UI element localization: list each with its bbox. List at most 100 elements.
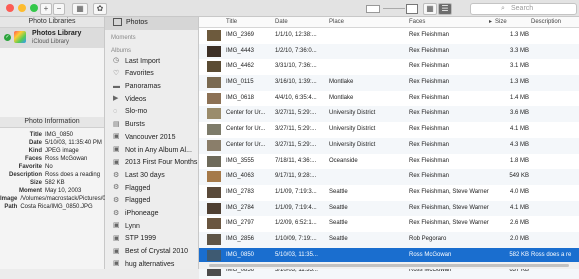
minimize-window-button[interactable]	[18, 4, 26, 12]
sidebar-item-album[interactable]: ▣ hug alternatives	[105, 259, 198, 272]
sidebar-item-label: STP 1999	[125, 235, 157, 243]
cell-faces: Rex Fleishman, Steve Warner	[409, 188, 489, 195]
cell-place: Seattle	[329, 220, 348, 227]
album-icon: ▣	[113, 247, 120, 255]
table-row[interactable]: IMG_3555 7/18/11, 4:36:... Oceanside Rex Fl…	[199, 154, 579, 170]
bursts-icon: ▤	[113, 120, 120, 128]
sidebar-item-album[interactable]: ⚙ Flagged	[105, 183, 198, 196]
album-icon: ▣	[113, 222, 120, 230]
cell-size: 4.1 MB	[509, 126, 529, 133]
table-row[interactable]: IMG_0115 3/16/10, 1:39:... Montlake Rex Fle…	[199, 75, 579, 91]
table-row[interactable]: IMG_0850 5/10/03, 11:35... Ross McGowan 582…	[199, 247, 579, 264]
cell-faces: Rex Fleishman	[409, 47, 450, 54]
cell-place: Seattle	[329, 235, 348, 242]
sidebar-item-album[interactable]: ▬ Panoramas	[105, 81, 198, 94]
sidebar-item-album[interactable]: ⚙ Flagged	[105, 195, 198, 208]
zoom-window-button[interactable]	[30, 4, 38, 12]
column-description[interactable]: Description	[531, 17, 561, 27]
list-view-button[interactable]: ☰	[438, 3, 452, 15]
sidebar-item-album[interactable]: ▣ Vancouver 2015	[105, 132, 198, 145]
sidebar-item-album[interactable]: ⚙ iPhoneage	[105, 208, 198, 221]
cell-title: IMG_2856	[226, 235, 255, 242]
sidebar-item-album[interactable]: ▣ STP 1999	[105, 233, 198, 246]
info-label: Title	[29, 132, 42, 138]
photo-thumbnail	[207, 202, 221, 214]
column-place[interactable]: Place	[329, 17, 344, 27]
smart-album-icon: ⚙	[113, 171, 120, 179]
cell-size: 4.0 MB	[509, 188, 529, 195]
sidebar-item-album[interactable]: ◌ Slo-mo	[105, 106, 198, 119]
horizontal-scrollbar[interactable]	[199, 262, 579, 269]
small-photo-icon	[366, 5, 380, 13]
table-row[interactable]: Center for Ur... 3/27/11, 5:29:... Univers…	[199, 106, 579, 123]
cell-faces: Rex Fleishman	[409, 157, 450, 164]
sidebar-item-album[interactable]: ♡ Favorites	[105, 68, 198, 81]
sidebar-item-album[interactable]: ▤ Bursts	[105, 119, 198, 132]
sidebar-item-album[interactable]: ▣ Best of Crystal 2010	[105, 246, 198, 259]
sidebar-item-album[interactable]: ⚙ Last 30 days	[105, 170, 198, 183]
sidebar-item-album[interactable]: ◷ Last Import	[105, 56, 198, 69]
table-row[interactable]: IMG_4063 9/17/11, 9:28:... Rex Fleishman 54…	[199, 169, 579, 185]
cell-date: 1/1/09, 7:19:4...	[275, 204, 317, 211]
cell-date: 1/2/10, 7:36:0...	[275, 47, 317, 54]
info-row: Title IMG_0850	[0, 131, 104, 139]
clock-icon: ◷	[113, 57, 120, 65]
sidebar-item-album[interactable]: ▶ Videos	[105, 94, 198, 107]
photo-thumbnail	[207, 186, 221, 198]
add-icon[interactable]: +	[40, 3, 52, 15]
info-row: Description Ross does a reading	[0, 171, 104, 179]
scrollbar-thumb[interactable]	[209, 264, 569, 267]
smart-album-icon: ⚙	[113, 196, 120, 204]
table-row[interactable]: IMG_4443 1/2/10, 7:36:0... Rex Fleishman 3.…	[199, 43, 579, 60]
table-row[interactable]: IMG_2856 1/10/09, 7:19:... Seattle Rob Pego…	[199, 231, 579, 248]
cell-faces: Rex Fleishman	[409, 141, 450, 148]
table-row[interactable]: Center for Ur... 3/27/11, 5:29:... Univers…	[199, 122, 579, 138]
cell-faces: Rex Fleishman	[409, 173, 450, 180]
thumbnail-view-button[interactable]: ▦	[423, 3, 437, 15]
cell-faces: Rex Fleishman	[409, 79, 450, 86]
sidebar-item-album[interactable]: ▣ Lynn	[105, 221, 198, 234]
search-field[interactable]: ⌕ Search	[470, 3, 577, 15]
cell-size: 3.3 MB	[509, 47, 529, 54]
cell-title: IMG_4063	[226, 173, 255, 180]
info-value: /Volumes/macrostack/Pictures/03 Costa Ri…	[20, 196, 110, 210]
sidebar-item-label: Vancouver 2015	[125, 133, 176, 141]
cell-faces: Rex Fleishman, Steve Warner	[409, 204, 489, 211]
info-row: Date 5/10/03, 11:35:40 PM	[0, 139, 104, 147]
cell-date: 1/1/10, 12:38:...	[275, 32, 317, 38]
sidebar-item-album[interactable]: ▣ Not in Any Album Al...	[105, 145, 198, 158]
column-date[interactable]: Date	[275, 17, 288, 27]
info-value: JPEG image	[45, 148, 79, 154]
sidebar: Photos Moments Albums ◷ Last Import ♡ Favor…	[105, 17, 199, 269]
sidebar-item-photos[interactable]: Photos	[105, 17, 198, 30]
cell-size: 549 KB	[509, 173, 529, 180]
column-size[interactable]: Size	[495, 17, 507, 27]
zoom-slider[interactable]	[383, 8, 405, 9]
photo-thumbnail	[207, 77, 221, 89]
cell-size: 4.1 MB	[509, 204, 529, 211]
table-row[interactable]: IMG_2783 1/1/09, 7:19:3... Seattle Rex Flei…	[199, 185, 579, 201]
info-label: Image Path	[0, 196, 18, 210]
info-label: Moment	[19, 188, 42, 194]
table-row[interactable]: IMG_2797 1/2/09, 6:52:1... Seattle Rex Flei…	[199, 216, 579, 232]
column-title[interactable]: Title	[226, 17, 237, 27]
close-window-button[interactable]	[6, 4, 14, 12]
photo-thumbnail	[207, 155, 221, 167]
table-row[interactable]: IMG_4462 3/31/10, 7:36:... Rex Fleishman 3.…	[199, 59, 579, 75]
moments-section[interactable]: Moments	[105, 33, 198, 43]
smart-album-icon: ⚙	[113, 209, 120, 217]
photos-app-icon[interactable]: ✿	[93, 3, 107, 15]
remove-icon[interactable]: −	[53, 3, 65, 15]
sidebar-item-label: Last Import	[125, 57, 161, 65]
column-faces[interactable]: Faces	[409, 17, 425, 27]
table-row[interactable]: IMG_2369 1/1/10, 12:38:... Rex Fleishman 1.…	[199, 28, 579, 44]
info-row: Faces Ross McGowan	[0, 155, 104, 163]
grid-view-icon[interactable]: ▦	[72, 3, 88, 15]
sidebar-item-album[interactable]: ▣ 2013 First Four Months	[105, 157, 198, 170]
table-row[interactable]: Center for Ur... 3/27/11, 5:29:... Univers…	[199, 137, 579, 154]
info-label: Favorite	[18, 164, 42, 170]
table-row[interactable]: IMG_2784 1/1/09, 7:19:4... Seattle Rex Flei…	[199, 200, 579, 217]
table-row[interactable]: IMG_0618 4/4/10, 6:35:4... Montlake Rex Fle…	[199, 91, 579, 107]
photos-library-item[interactable]: ✓ Photos Library iCloud Library	[0, 28, 104, 48]
album-icon: ▣	[113, 146, 120, 154]
